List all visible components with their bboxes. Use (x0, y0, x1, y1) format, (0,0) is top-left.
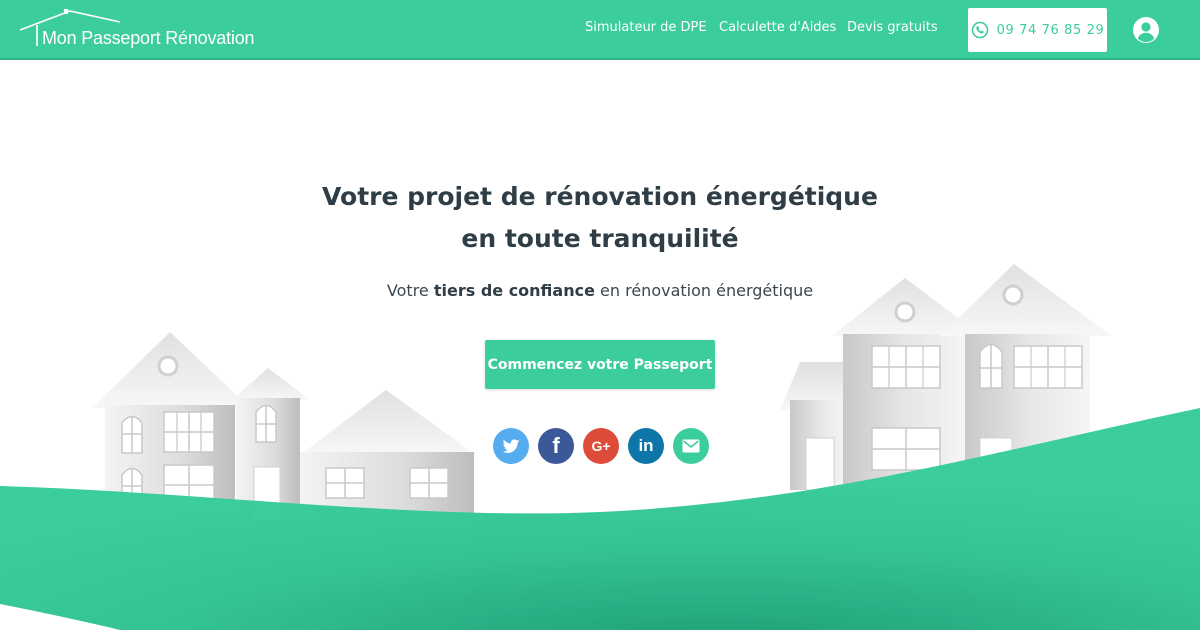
social-share-bar: f G+ in (493, 428, 709, 464)
page: Mon Passeport Rénovation Simulateur de D… (0, 0, 1200, 630)
user-account-icon[interactable] (1132, 16, 1160, 44)
top-navbar: Mon Passeport Rénovation Simulateur de D… (0, 0, 1200, 60)
phone-number: 09 74 76 85 29 (996, 22, 1105, 38)
hero-sub-bold: tiers de confiance (433, 281, 595, 300)
nav-simulateur-dpe[interactable]: Simulateur de DPE (585, 20, 707, 35)
hero-title: Votre projet de rénovation énergétique e… (0, 176, 1200, 260)
facebook-share-button[interactable]: f (538, 428, 574, 464)
hero-title-line1: Votre projet de rénovation énergétique (322, 182, 878, 211)
phone-button[interactable]: 09 74 76 85 29 (968, 8, 1107, 52)
hero-title-line2: en toute tranquilité (461, 224, 739, 253)
brand-name: Mon Passeport Rénovation (42, 28, 255, 48)
linkedin-icon: in (638, 436, 654, 455)
hero-illustration (0, 264, 1200, 630)
twitter-share-button[interactable] (493, 428, 529, 464)
hero-sub-after: en rénovation énergétique (600, 281, 814, 300)
twitter-icon (502, 439, 520, 453)
nav-devis-gratuits[interactable]: Devis gratuits (847, 20, 938, 35)
start-passeport-button[interactable]: Commencez votre Passeport (485, 340, 715, 389)
email-share-button[interactable] (673, 428, 709, 464)
nav-calculette-aides[interactable]: Calculette d'Aides (719, 20, 836, 35)
google-plus-icon: G+ (591, 438, 611, 454)
email-icon (682, 439, 700, 453)
linkedin-share-button[interactable]: in (628, 428, 664, 464)
google-plus-share-button[interactable]: G+ (583, 428, 619, 464)
phone-icon (971, 21, 988, 39)
hero-sub-before: Votre (386, 281, 429, 300)
facebook-icon: f (552, 433, 560, 458)
hero-subtitle: Votre tiers de confiance en rénovation é… (0, 281, 1200, 300)
